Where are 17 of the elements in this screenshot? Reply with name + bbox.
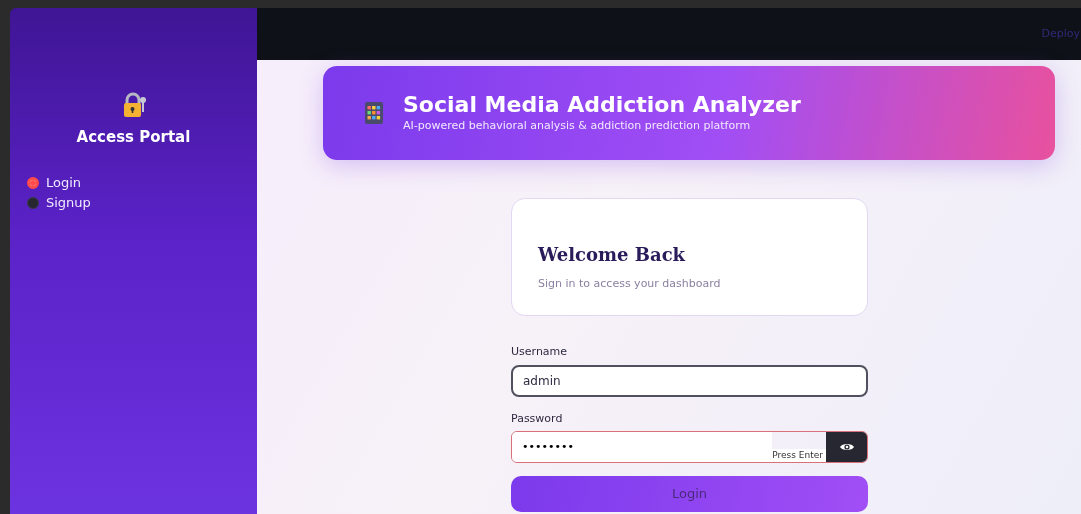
username-field[interactable]: admin [511,364,868,397]
sidebar-title: Access Portal [75,127,192,148]
radio-label[interactable]: Login [46,172,82,193]
password-field[interactable]: •••••••• Press Enter [511,431,868,463]
show-password-button[interactable] [826,432,867,462]
app-subtitle: AI-powered behavioral analysis & addiction prediction platform [403,117,752,134]
field-label: Password [511,410,564,427]
radio-label[interactable]: Signup [46,192,91,213]
app-title: Social Media Addiction Analyzer [403,91,801,118]
welcome-subtitle: Sign in to access your dashboard [538,276,722,292]
input-hint: Press Enter [772,448,826,462]
eye-icon [838,441,855,453]
radio-button[interactable] [27,176,39,189]
radio-button[interactable] [27,196,39,209]
field-label: Username [511,344,569,360]
welcome-heading: Welcome Back [538,243,687,267]
grid-app-icon [365,102,383,124]
